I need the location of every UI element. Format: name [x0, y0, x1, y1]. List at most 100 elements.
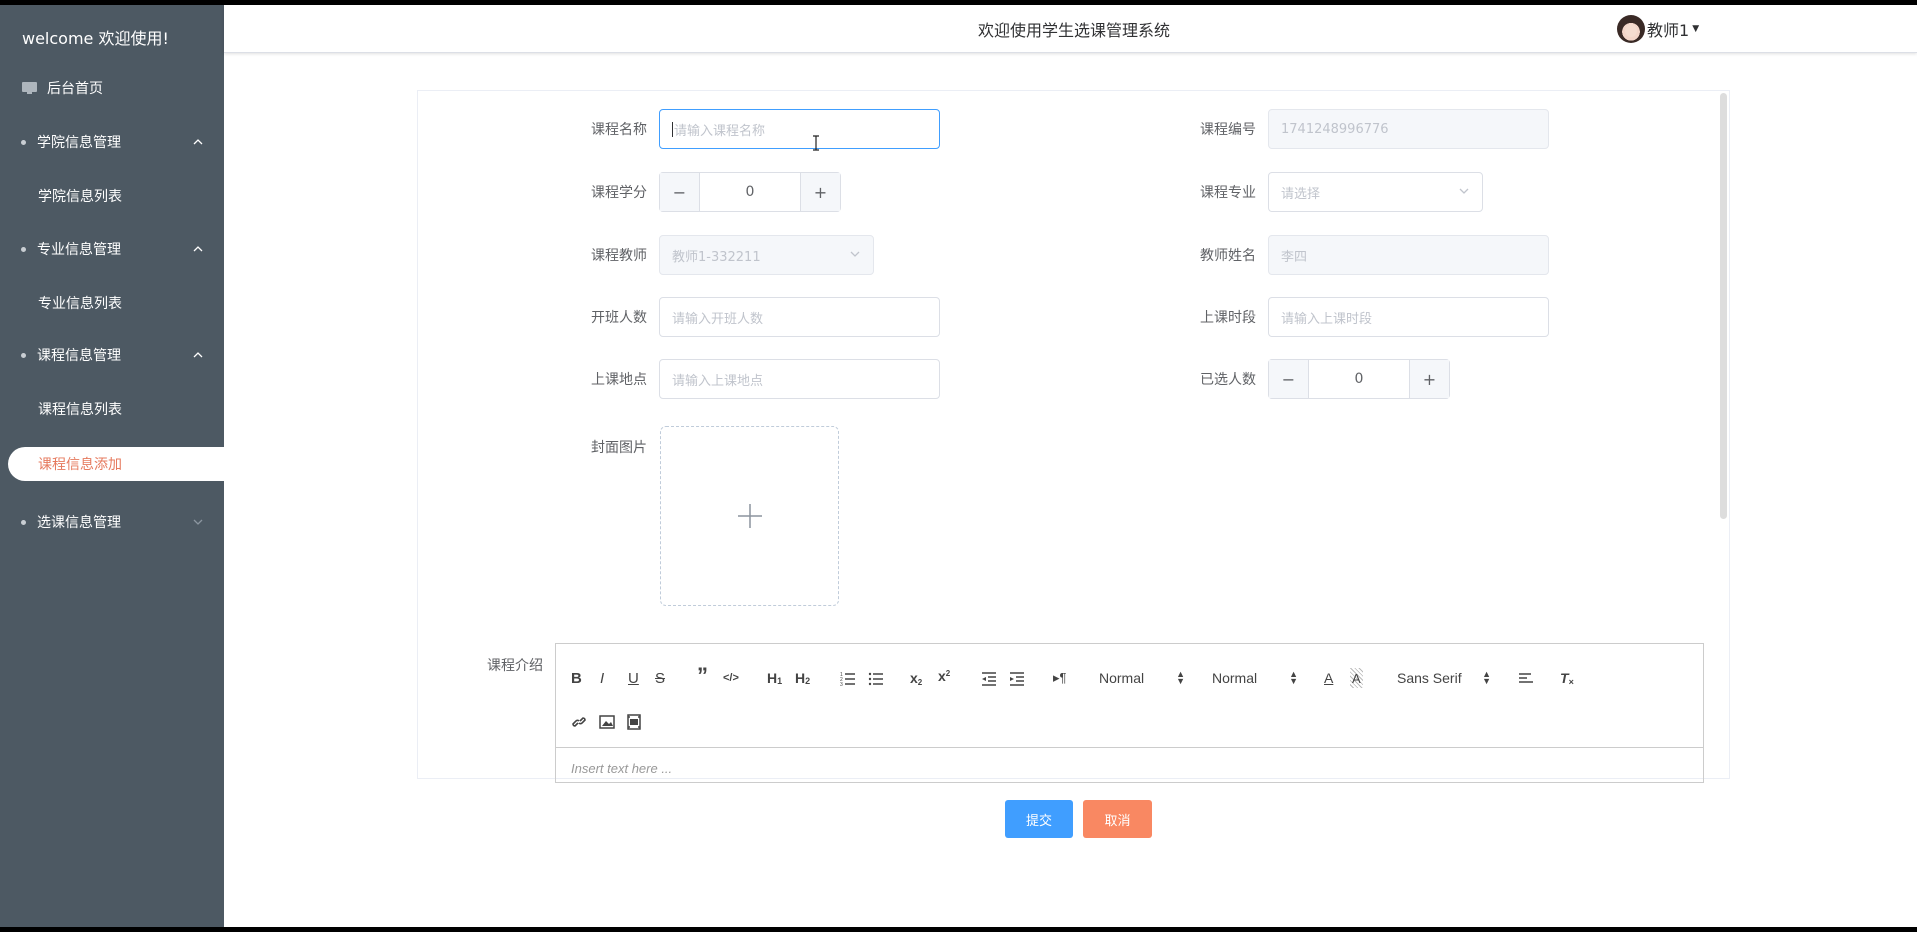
- editor-placeholder[interactable]: Insert text here ...: [571, 761, 672, 776]
- course-no-value: 1741248996776: [1281, 121, 1389, 137]
- underline-icon[interactable]: U: [628, 668, 639, 688]
- align-left-icon[interactable]: [1518, 668, 1534, 688]
- image-icon[interactable]: [599, 712, 615, 732]
- bold-icon[interactable]: B: [571, 668, 582, 688]
- teacher-name-field: 李四: [1268, 235, 1549, 275]
- svg-text:3: 3: [840, 682, 843, 686]
- time-label: 上课时段: [1200, 310, 1256, 326]
- italic-icon[interactable]: I: [600, 668, 604, 688]
- clear-format-icon[interactable]: T ×: [1560, 668, 1574, 688]
- sidebar: welcome 欢迎使用! 后台首页 学院信息管理 学院信息列表 专业信息管理 …: [0, 5, 224, 927]
- top-header: 欢迎使用学生选课管理系统 教师1 ▼: [224, 5, 1917, 53]
- code-block-icon[interactable]: </>: [723, 668, 739, 688]
- intro-label: 课程介绍: [487, 658, 543, 674]
- location-input[interactable]: 请输入上课地点: [659, 359, 940, 399]
- bullet-icon: [21, 139, 26, 145]
- heading-1-icon[interactable]: H1: [767, 668, 782, 688]
- plus-icon: [737, 504, 762, 528]
- size-select-value: Normal: [1212, 670, 1258, 686]
- bullet-list-icon[interactable]: [868, 668, 884, 688]
- sidebar-item-selection-management[interactable]: 选课信息管理: [0, 505, 224, 539]
- teacher-label: 课程教师: [591, 248, 647, 264]
- sidebar-item-course-list[interactable]: 课程信息列表: [0, 392, 224, 426]
- credit-decrement-button[interactable]: −: [660, 173, 700, 211]
- sidebar-item-course-add[interactable]: 课程信息添加: [8, 447, 224, 481]
- updown-icon: ▲ ▼: [1289, 669, 1298, 686]
- course-name-label: 课程名称: [591, 122, 647, 138]
- credit-increment-button[interactable]: +: [800, 173, 840, 211]
- sidebar-item-major-list[interactable]: 专业信息列表: [0, 286, 224, 320]
- selected-increment-button[interactable]: +: [1409, 360, 1449, 398]
- cancel-button[interactable]: 取消: [1083, 800, 1152, 838]
- sidebar-item-college-list[interactable]: 学院信息列表: [0, 179, 224, 213]
- selected-decrement-button[interactable]: −: [1269, 360, 1309, 398]
- submit-button[interactable]: 提交: [1005, 800, 1073, 838]
- bullet-icon: [21, 246, 26, 252]
- capacity-placeholder: 请输入开班人数: [672, 311, 764, 327]
- credit-stepper[interactable]: − 0 +: [659, 172, 841, 212]
- caret-down-icon: ▼: [1692, 24, 1700, 34]
- size-select[interactable]: Normal ▲ ▼: [1212, 668, 1298, 688]
- sidebar-item-label: 课程信息管理: [37, 348, 121, 364]
- video-icon[interactable]: [626, 712, 642, 732]
- selected-count-label: 已选人数: [1200, 372, 1256, 388]
- bullet-icon: [21, 519, 26, 525]
- text-color-icon[interactable]: A: [1324, 668, 1333, 688]
- rich-text-editor: B I U S ” </> H1 H2 123 x2 x2 ▸¶ Normal …: [555, 643, 1704, 783]
- updown-icon: ▲ ▼: [1176, 669, 1185, 686]
- user-menu[interactable]: 教师1 ▼: [1617, 15, 1699, 43]
- font-select[interactable]: Sans Serif ▲ ▼: [1397, 668, 1491, 688]
- chevron-up-icon: [192, 349, 204, 361]
- credit-value[interactable]: 0: [700, 173, 800, 211]
- sidebar-item-home[interactable]: 后台首页: [0, 71, 224, 105]
- blockquote-icon[interactable]: ”: [697, 663, 708, 688]
- user-name: 教师1: [1647, 21, 1690, 40]
- text-caret: [672, 121, 673, 137]
- app-window: welcome 欢迎使用! 后台首页 学院信息管理 学院信息列表 专业信息管理 …: [0, 5, 1917, 927]
- capacity-label: 开班人数: [591, 310, 647, 326]
- course-name-placeholder: 请输入课程名称: [674, 123, 766, 139]
- cover-upload[interactable]: [660, 426, 839, 606]
- link-icon[interactable]: [571, 712, 587, 732]
- strike-icon[interactable]: S: [655, 668, 665, 688]
- sidebar-item-major-management[interactable]: 专业信息管理: [0, 232, 224, 266]
- updown-icon: ▲ ▼: [1482, 669, 1491, 686]
- major-select[interactable]: 请选择: [1268, 172, 1483, 212]
- sidebar-item-college-management[interactable]: 学院信息管理: [0, 125, 224, 159]
- monitor-icon: [22, 82, 37, 94]
- capacity-input[interactable]: 请输入开班人数: [659, 297, 940, 337]
- chevron-down-icon: [192, 516, 204, 528]
- location-placeholder: 请输入上课地点: [672, 373, 764, 389]
- sidebar-item-label: 选课信息管理: [37, 515, 121, 531]
- sidebar-item-label: 学院信息管理: [37, 135, 121, 151]
- teacher-value: 教师1-332211: [672, 249, 761, 265]
- header-select[interactable]: Normal ▲ ▼: [1099, 668, 1185, 688]
- indent-icon[interactable]: [1009, 668, 1025, 688]
- heading-2-icon[interactable]: H2: [795, 668, 810, 688]
- course-no-field: 1741248996776: [1268, 109, 1549, 149]
- sidebar-item-label: 专业信息管理: [37, 242, 121, 258]
- superscript-icon[interactable]: x2: [938, 666, 950, 686]
- teacher-select: 教师1-332211: [659, 235, 874, 275]
- time-input[interactable]: 请输入上课时段: [1268, 297, 1549, 337]
- major-placeholder: 请选择: [1281, 186, 1321, 202]
- vertical-scrollbar[interactable]: [1720, 93, 1727, 519]
- font-select-value: Sans Serif: [1397, 670, 1462, 686]
- bullet-icon: [21, 352, 26, 358]
- sidebar-item-course-management[interactable]: 课程信息管理: [0, 338, 224, 372]
- major-label: 课程专业: [1200, 185, 1256, 201]
- course-name-input[interactable]: 请输入课程名称: [659, 109, 940, 149]
- text-direction-icon[interactable]: ▸¶: [1053, 668, 1067, 688]
- ordered-list-icon[interactable]: 123: [840, 668, 856, 688]
- subscript-icon[interactable]: x2: [910, 668, 922, 688]
- selected-count-stepper[interactable]: − 0 +: [1268, 359, 1450, 399]
- text-cursor-icon: [813, 135, 819, 151]
- selected-count-value[interactable]: 0: [1309, 360, 1409, 398]
- header-select-value: Normal: [1099, 670, 1145, 686]
- chevron-up-icon: [192, 136, 204, 148]
- outdent-icon[interactable]: [981, 668, 997, 688]
- cover-label: 封面图片: [591, 440, 647, 456]
- sidebar-item-label: 后台首页: [47, 81, 103, 97]
- background-color-icon[interactable]: A: [1350, 668, 1363, 688]
- course-no-label: 课程编号: [1200, 122, 1256, 138]
